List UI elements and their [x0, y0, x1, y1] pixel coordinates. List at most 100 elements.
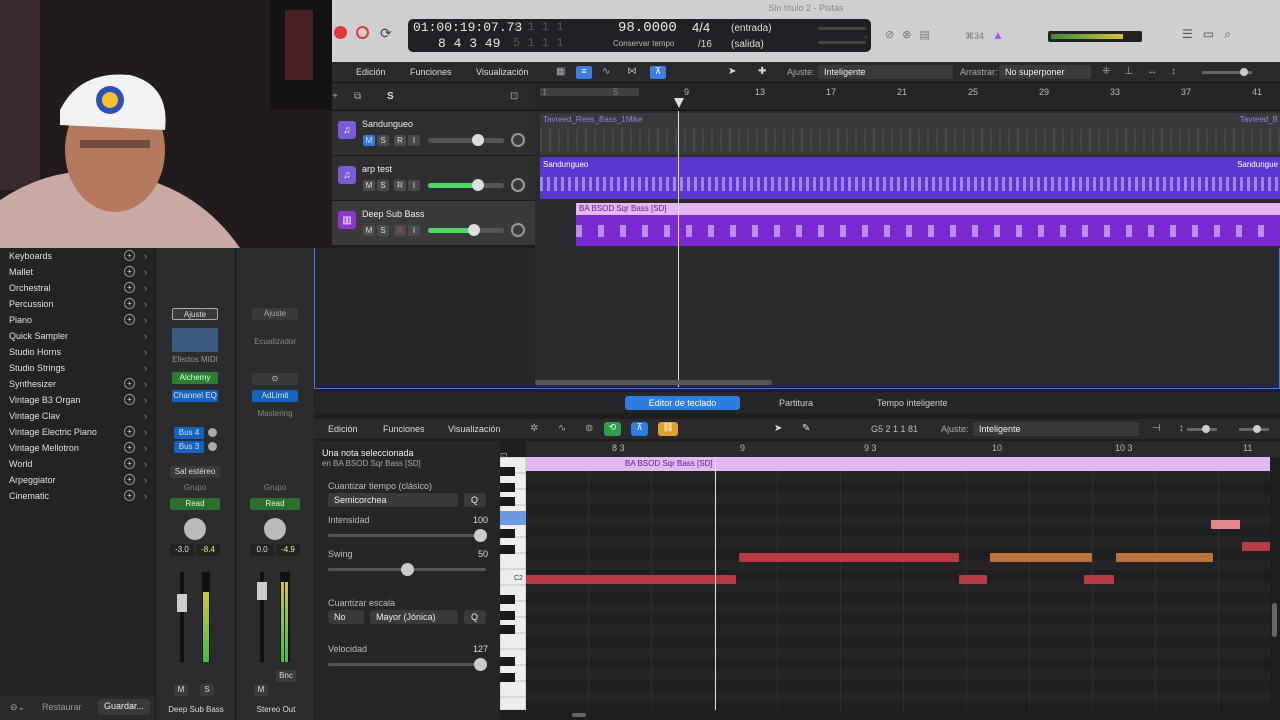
add-track-icon[interactable]: +	[332, 91, 338, 102]
mute-button[interactable]: M	[254, 684, 268, 696]
view-toggle-icons[interactable]: ☰▭⌕	[1182, 27, 1241, 42]
solo-button[interactable]: S	[200, 684, 214, 696]
chevron-right-icon[interactable]: ›	[144, 312, 147, 328]
library-item[interactable]: World + ›	[0, 456, 155, 472]
horizontal-zoom-slider[interactable]	[1239, 425, 1269, 433]
midi-region[interactable]: Sandungueo Sandungue	[540, 157, 1280, 199]
vertical-scrollbar[interactable]	[1272, 603, 1277, 637]
add-icon[interactable]: +	[124, 282, 135, 293]
strength-slider[interactable]	[328, 529, 487, 542]
capture-record-button[interactable]	[356, 26, 369, 39]
pan-knob[interactable]	[511, 133, 525, 147]
save-button[interactable]: Guardar...	[98, 699, 151, 715]
chevron-right-icon[interactable]: ›	[144, 440, 147, 456]
mute-button[interactable]: M	[174, 684, 188, 696]
solo-button[interactable]: S	[377, 180, 389, 191]
chevron-right-icon[interactable]: ›	[144, 424, 147, 440]
warning-icon[interactable]: ▲	[992, 28, 1004, 42]
library-item[interactable]: Vintage Clav ›	[0, 408, 155, 424]
automation-mode[interactable]: Read	[170, 498, 220, 510]
audio-region[interactable]: Tavreed_Rees_Bass_1Mike Tavreed_B	[540, 113, 1280, 155]
pointer-tool-icon[interactable]: ➤	[728, 66, 736, 77]
instrument-slot[interactable]: Alchemy	[172, 372, 218, 384]
menu-view[interactable]: Visualización	[476, 67, 528, 77]
input-monitor-button[interactable]: I	[408, 225, 420, 236]
midi-note-selected[interactable]	[1211, 520, 1240, 529]
library-item[interactable]: Vintage B3 Organ + ›	[0, 392, 155, 408]
tab-score[interactable]: Partitura	[779, 398, 813, 408]
midi-thru-icon[interactable]: ⊚	[585, 423, 593, 434]
quantize-button[interactable]: Q	[464, 493, 486, 507]
global-solo-button[interactable]: S	[387, 91, 394, 102]
add-icon[interactable]: +	[124, 378, 135, 389]
midi-note[interactable]	[959, 575, 987, 584]
chevron-right-icon[interactable]: ›	[144, 392, 147, 408]
chevron-right-icon[interactable]: ›	[144, 280, 147, 296]
library-item[interactable]: Mallet + ›	[0, 264, 155, 280]
lcd-display[interactable]: 01:00:19:07.73 1 1 1 1 8 4 3 49 5 1 1 1 …	[408, 19, 871, 52]
add-icon[interactable]: +	[124, 474, 135, 485]
menu-view[interactable]: Visualización	[448, 424, 500, 434]
chevron-right-icon[interactable]: ›	[144, 472, 147, 488]
bounce-button[interactable]: Bnc	[276, 670, 296, 682]
input-monitor-button[interactable]: I	[408, 135, 420, 146]
library-item[interactable]: Vintage Electric Piano + ›	[0, 424, 155, 440]
mute-button[interactable]: M	[363, 135, 375, 146]
scale-dropdown[interactable]: Mayor (Jónica)	[370, 610, 458, 624]
menu-edit[interactable]: Edición	[328, 424, 358, 434]
menu-functions[interactable]: Funciones	[410, 67, 452, 77]
volume-fader-track[interactable]	[257, 572, 267, 662]
midi-note[interactable]	[990, 553, 1092, 562]
library-item[interactable]: Percussion + ›	[0, 296, 155, 312]
arrange-ruler[interactable]: 1 5 9 13 17 21 25 29 33 37 41	[535, 83, 1280, 111]
library-item[interactable]: Piano + ›	[0, 312, 155, 328]
arrange-area[interactable]: Tavreed_Rees_Bass_1Mike Tavreed_B Sandun…	[535, 111, 1280, 387]
pan-knob[interactable]	[184, 518, 206, 540]
piano-roll-grid[interactable]	[526, 457, 1270, 717]
setting-button[interactable]: Ajuste	[252, 308, 298, 320]
piano-roll-region-bar[interactable]: BA BSOD Sqr Bass [SD]	[526, 457, 1270, 471]
link-icon[interactable]: ⊙	[252, 373, 298, 385]
horizontal-scrollbar[interactable]	[572, 713, 586, 717]
midi-note[interactable]	[1084, 575, 1114, 584]
snap-dropdown[interactable]: Inteligente	[973, 422, 1139, 436]
volume-fader[interactable]	[428, 179, 504, 191]
playhead-marker[interactable]	[674, 98, 684, 108]
menu-edit[interactable]: Edición	[356, 67, 386, 77]
chevron-right-icon[interactable]: ›	[144, 264, 147, 280]
setting-button[interactable]: Ajuste	[172, 308, 218, 320]
send-knob[interactable]	[208, 442, 217, 451]
duplicate-track-icon[interactable]: ⧉	[354, 91, 361, 102]
pan-knob[interactable]	[264, 518, 286, 540]
zoom-slider[interactable]	[1202, 68, 1252, 76]
volume-fader[interactable]	[428, 134, 504, 146]
group-slot[interactable]: Grupo	[170, 482, 220, 494]
eq-thumbnail[interactable]	[172, 328, 218, 352]
tab-piano-roll[interactable]: Editor de teclado	[625, 396, 740, 410]
cycle-range[interactable]	[540, 88, 639, 96]
chevron-right-icon[interactable]: ›	[144, 456, 147, 472]
send-slot[interactable]: Bus 4	[174, 427, 204, 439]
midi-region-selected[interactable]: BA BSOD Sqr Bass [SD]	[576, 203, 1280, 246]
loop-icon[interactable]: ⟲	[604, 422, 621, 436]
chevron-right-icon[interactable]: ›	[144, 344, 147, 360]
library-item[interactable]: Vintage Mellotron + ›	[0, 440, 155, 456]
add-icon[interactable]: +	[124, 394, 135, 405]
audio-fx-slot[interactable]: Channel EQ	[172, 390, 218, 402]
horizontal-scrollbar[interactable]	[535, 380, 772, 385]
automation-icon[interactable]: ∿	[558, 423, 566, 434]
mute-button[interactable]: M	[363, 180, 375, 191]
piano-keyboard[interactable]: C2	[499, 456, 527, 711]
library-item[interactable]: Quick Sampler ›	[0, 328, 155, 344]
piano-keys[interactable]	[499, 456, 527, 711]
flex-icon[interactable]: ⋈	[627, 66, 637, 77]
volume-fader[interactable]	[428, 224, 504, 236]
add-icon[interactable]: +	[124, 250, 135, 261]
quantize-dropdown[interactable]: Semicorchea	[328, 493, 458, 507]
chevron-right-icon[interactable]: ›	[144, 488, 147, 504]
scale-quantize-button[interactable]: Q	[464, 610, 486, 624]
group-slot[interactable]: Grupo	[250, 482, 300, 494]
chevron-right-icon[interactable]: ›	[144, 248, 147, 264]
track-options-icon[interactable]: ⊡	[510, 91, 518, 102]
pointer-tool-icon[interactable]: ➤	[774, 423, 782, 434]
